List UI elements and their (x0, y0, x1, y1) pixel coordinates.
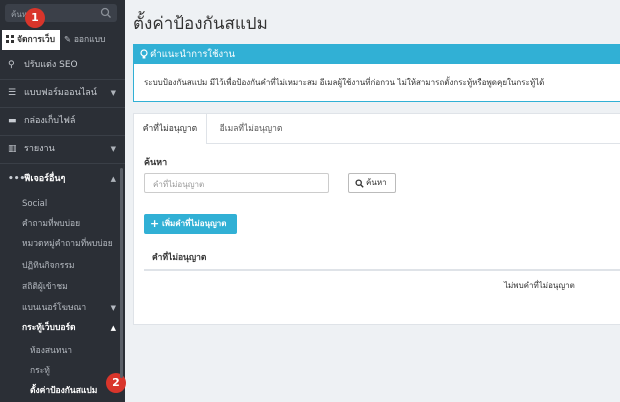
add-banned-word-button[interactable]: + เพิ่มคำที่ไม่อนุญาต (144, 214, 237, 234)
search-icon (355, 174, 364, 195)
sidebar-subitem-banner[interactable]: แบนเนอร์โฆษณา ▼ (0, 298, 125, 318)
sidebar-subitem-webboard[interactable]: กระทู้เว็บบอร์ด ▲ (0, 318, 125, 338)
banned-word-search-input[interactable] (151, 175, 325, 193)
grid-icon (6, 35, 14, 43)
info-panel-body: ระบบป้องกันสแปม มีไว้เพื่อป้องกันคำที่ไม… (144, 78, 545, 87)
sidebar-subitem-faq-category[interactable]: หมวดหมู่คำถามที่พบบ่อย (0, 234, 125, 254)
sidebar-item-label: รายงาน (24, 144, 55, 154)
chevron-down-icon: ▼ (110, 304, 116, 312)
sidebar-item-label: กล่องเก็บไฟล์ (24, 116, 76, 126)
sidebar-item-reports[interactable]: ▥ รายงาน ▼ (0, 136, 125, 162)
step-badge-1: 1 (25, 8, 45, 28)
sidebar-subitem-label: ห้องสนทนา (30, 346, 73, 356)
sidebar-item-other-features[interactable]: ••• ฟีเจอร์อื่นๆ ▲ (0, 166, 125, 192)
sidebar-scrollbar[interactable] (120, 168, 123, 378)
lightbulb-icon (140, 45, 148, 67)
info-panel-heading: คำแนะนำการใช้งาน (150, 49, 235, 60)
tab-banned-words[interactable]: คำที่ไม่อนุญาต (134, 114, 207, 144)
chevron-down-icon: ▼ (110, 89, 116, 97)
sidebar-item-files[interactable]: ▬ กล่องเก็บไฟล์ (0, 108, 125, 134)
sidebar-item-label: ปรับแต่ง SEO (24, 60, 78, 70)
tab-divider (206, 143, 620, 144)
sidebar-subitem-stats[interactable]: สถิติผู้เข้าชม (0, 277, 125, 297)
sidebar-search[interactable]: ค้นหา... (5, 4, 117, 22)
sidebar-subitem-label: ตั้งค่าป้องกันสแปม (30, 386, 98, 396)
sidebar-subitem-label: คำถามที่พบบ่อย (22, 219, 81, 229)
list-icon: ☰ (8, 88, 17, 98)
tab-design-label: ออกแบบ (73, 35, 106, 45)
brush-icon: ✎ (64, 35, 72, 45)
sidebar-subitem-calendar[interactable]: ปฏิทินกิจกรรม (0, 256, 125, 276)
search-label: ค้นหา (144, 158, 168, 168)
sidebar-subitem-label: กระทู้ (30, 366, 50, 376)
sidebar-subitem-label: กระทู้เว็บบอร์ด (22, 323, 76, 333)
sidebar-subitem-label: ปฏิทินกิจกรรม (22, 261, 75, 271)
sidebar-subitem-label: หมวดหมู่คำถามที่พบบ่อย (22, 239, 113, 249)
sidebar-subitem-label: Social (22, 199, 48, 209)
spam-settings-card: คำที่ไม่อนุญาต อีเมลที่ไม่อนุญาต ค้นหา ค… (133, 113, 620, 325)
main-content: ตั้งค่าป้องกันสแปม คำแนะนำการใช้งาน ระบบ… (125, 0, 620, 402)
table-header-banned-word: คำที่ไม่อนุญาต (152, 253, 207, 263)
info-panel: คำแนะนำการใช้งาน ระบบป้องกันสแปม มีไว้เพ… (133, 44, 620, 102)
search-icon[interactable] (99, 6, 113, 20)
tab-manage-label: จัดการเว็บ (16, 35, 56, 45)
tab-manage-web[interactable]: จัดการเว็บ (2, 30, 60, 50)
sidebar-webboard-rooms[interactable]: ห้องสนทนา (0, 342, 125, 361)
search-button[interactable]: ค้นหา (348, 173, 396, 193)
table-header-divider (144, 269, 620, 271)
chevron-down-icon: ▼ (110, 145, 116, 153)
tab-banned-emails[interactable]: อีเมลที่ไม่อนุญาต (206, 114, 296, 144)
banned-word-search-field[interactable] (144, 173, 329, 193)
tab-design[interactable]: ✎ ออกแบบ (64, 30, 124, 50)
ellipsis-icon: ••• (8, 174, 26, 184)
chevron-up-icon: ▲ (110, 324, 116, 332)
step-badge-2: 2 (106, 373, 126, 393)
add-banned-word-label: เพิ่มคำที่ไม่อนุญาต (162, 219, 227, 228)
sidebar-item-seo[interactable]: ⚲ ปรับแต่ง SEO (0, 52, 125, 78)
chevron-up-icon: ▲ (110, 175, 116, 183)
sidebar-item-label: แบบฟอร์มออนไลน์ (24, 88, 97, 98)
chart-icon: ▥ (8, 144, 17, 154)
sidebar-subitem-faq[interactable]: คำถามที่พบบ่อย (0, 214, 125, 234)
sidebar-subitem-label: แบนเนอร์โฆษณา (22, 303, 87, 313)
sidebar-subitem-label: สถิติผู้เข้าชม (22, 282, 68, 292)
sidebar-item-forms[interactable]: ☰ แบบฟอร์มออนไลน์ ▼ (0, 80, 125, 106)
search-icon: ⚲ (8, 60, 15, 70)
sidebar-subitem-social[interactable]: Social (0, 194, 125, 214)
search-button-label: ค้นหา (366, 178, 387, 187)
page-title: ตั้งค่าป้องกันสแปม (133, 14, 268, 34)
sidebar-item-label: ฟีเจอร์อื่นๆ (24, 174, 66, 184)
sidebar: ค้นหา... 1 จัดการเว็บ ✎ ออกแบบ ⚲ ปรับแต่… (0, 0, 126, 402)
plus-icon: + (150, 217, 160, 230)
folder-icon: ▬ (8, 116, 17, 126)
empty-message: ไม่พบคำที่ไม่อนุญาต (504, 281, 575, 290)
info-panel-header: คำแนะนำการใช้งาน (134, 45, 620, 64)
